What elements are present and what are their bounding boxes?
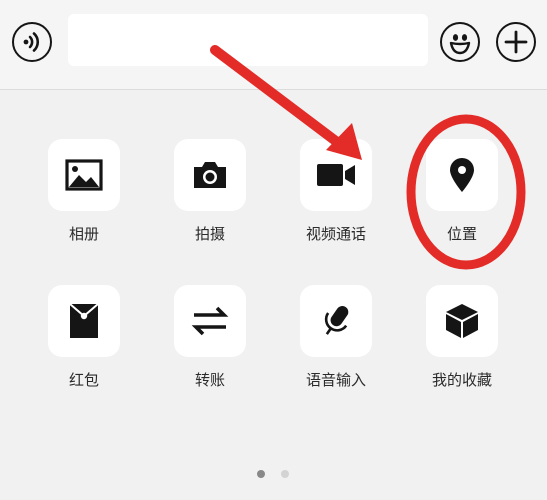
- location-pin-icon: [450, 158, 474, 192]
- panel-item-label: 转账: [194, 371, 225, 389]
- video-call-tile[interactable]: [300, 139, 372, 211]
- page-dot-inactive: [281, 470, 289, 478]
- page-indicator: [255, 470, 295, 480]
- red-packet-tile[interactable]: [48, 285, 120, 357]
- panel-item-label: 视频通话: [305, 225, 366, 243]
- panel-item-video-call[interactable]: 视频通话: [274, 139, 394, 264]
- album-tile[interactable]: [48, 139, 120, 211]
- plus-icon: [504, 30, 528, 54]
- more-functions-button[interactable]: [496, 22, 536, 62]
- panel-item-label: 拍摄: [194, 225, 225, 243]
- transfer-arrows-icon: [191, 306, 229, 336]
- chat-input-bar: [0, 0, 547, 90]
- microphone-icon: [324, 305, 349, 335]
- panel-item-transfer[interactable]: 转账: [148, 285, 268, 410]
- favorites-cube-icon: [446, 304, 478, 338]
- panel-item-favorites[interactable]: 我的收藏: [400, 285, 520, 410]
- panel-item-red-packet[interactable]: 红包: [22, 285, 142, 410]
- transfer-tile[interactable]: [174, 285, 246, 357]
- photo-album-icon: [65, 159, 103, 191]
- smiley-icon: [449, 34, 471, 55]
- video-camera-icon: [317, 164, 355, 186]
- panel-item-label: 红包: [68, 371, 99, 389]
- panel-item-label: 相册: [68, 225, 99, 243]
- panel-item-album[interactable]: 相册: [22, 139, 142, 264]
- shoot-tile[interactable]: [174, 139, 246, 211]
- page-dot-active: [257, 470, 265, 478]
- voice-wave-icon: [23, 32, 39, 52]
- red-envelope-icon: [69, 303, 99, 338]
- camera-icon: [194, 162, 226, 188]
- panel-item-location[interactable]: 位置: [400, 139, 520, 264]
- location-tile[interactable]: [426, 139, 498, 211]
- panel-item-label: 我的收藏: [431, 371, 492, 389]
- voice-input-tile[interactable]: [300, 285, 372, 357]
- emoji-button[interactable]: [440, 22, 480, 62]
- panel-item-voice-input[interactable]: 语音输入: [274, 285, 394, 410]
- panel-item-shoot[interactable]: 拍摄: [148, 139, 268, 264]
- panel-item-label: 位置: [446, 225, 477, 243]
- voice-input-button[interactable]: [12, 22, 52, 62]
- message-text-input[interactable]: [68, 14, 428, 66]
- favorites-tile[interactable]: [426, 285, 498, 357]
- panel-item-label: 语音输入: [305, 371, 366, 389]
